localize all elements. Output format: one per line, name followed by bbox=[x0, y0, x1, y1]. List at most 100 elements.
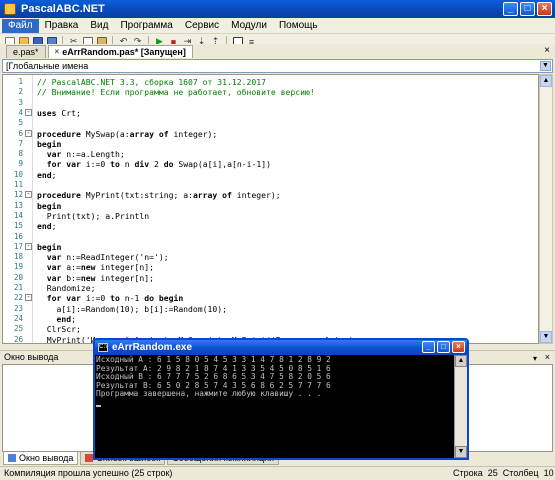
code-line[interactable]: 23 a[i]:=Random(10); b[i]:=Random(10); bbox=[3, 304, 538, 314]
close-button[interactable]: × bbox=[452, 341, 465, 353]
code-line[interactable]: 19 var a:=new integer[n]; bbox=[3, 262, 538, 272]
tab-label: eArrRandom.pas* [Запущен] bbox=[62, 47, 186, 57]
line-number: 8 bbox=[18, 149, 23, 159]
scroll-up-icon[interactable]: ▲ bbox=[455, 355, 467, 367]
code-line[interactable]: 5 bbox=[3, 118, 538, 128]
window-title: PascalABC.NET bbox=[21, 3, 105, 15]
code-line[interactable]: 24 end; bbox=[3, 314, 538, 324]
output-window-icon bbox=[8, 454, 16, 462]
line-number: 10 bbox=[13, 169, 23, 179]
line-number: 2 bbox=[18, 87, 23, 97]
row-label: Строка bbox=[453, 468, 483, 478]
menu-program[interactable]: Программа bbox=[114, 19, 178, 33]
app-icon bbox=[4, 3, 16, 15]
code-editor[interactable]: 1 // PascalABC.NET 3.3, сборка 1607 от 31… bbox=[2, 74, 539, 344]
menu-service[interactable]: Сервис bbox=[179, 19, 225, 33]
code-text: end; bbox=[37, 221, 57, 232]
code-line[interactable]: 11 bbox=[3, 180, 538, 190]
line-number: 21 bbox=[13, 283, 23, 292]
code-line[interactable]: 25 ClrScr; bbox=[3, 324, 538, 334]
code-text: // Внимание! Если программа не работает,… bbox=[37, 87, 315, 98]
code-line[interactable]: 2 // Внимание! Если программа не работает… bbox=[3, 87, 538, 97]
line-number: 20 bbox=[13, 272, 23, 282]
code-text: end; bbox=[56, 313, 77, 324]
code-line[interactable]: 1 // PascalABC.NET 3.3, сборка 1607 от 31… bbox=[3, 77, 538, 87]
fold-toggle-icon[interactable]: - bbox=[25, 294, 32, 302]
code-line[interactable]: 13 begin bbox=[3, 201, 538, 211]
scope-dropdown[interactable]: [Глобальные имена ▼ bbox=[2, 59, 553, 73]
code-line[interactable]: 17- begin bbox=[3, 242, 538, 252]
code-text: uses Crt; bbox=[37, 107, 81, 118]
chevron-down-icon[interactable]: ▼ bbox=[540, 61, 551, 71]
code-line[interactable]: 8 var n:=a.Length; bbox=[3, 149, 538, 159]
code-line[interactable]: 21 Randomize; bbox=[3, 283, 538, 293]
maximize-button[interactable]: □ bbox=[437, 341, 450, 353]
fold-toggle-icon[interactable]: - bbox=[25, 129, 32, 137]
code-line[interactable]: 6- procedure MySwap(a:array of integer); bbox=[3, 129, 538, 139]
menu-bar: Файл Правка Вид Программа Сервис Модули … bbox=[0, 18, 555, 34]
code-line[interactable]: 22- for var i:=0 to n-1 do begin bbox=[3, 293, 538, 303]
code-text: Randomize; bbox=[37, 283, 96, 293]
cursor-position: Строка 25 Столбец 10 bbox=[453, 467, 554, 480]
line-number: 9 bbox=[18, 159, 23, 169]
code-text: ClrScr; bbox=[37, 324, 81, 335]
code-line[interactable]: 10 end; bbox=[3, 170, 538, 180]
code-text: var n:=a.Length; bbox=[46, 149, 125, 160]
line-number: 16 bbox=[13, 231, 23, 241]
code-text: a[i]:=Random(10); b[i]:=Random(10); bbox=[37, 303, 228, 314]
console-scrollbar[interactable]: ▲ ▼ bbox=[454, 355, 467, 458]
fold-toggle-icon[interactable]: - bbox=[25, 242, 32, 250]
code-line[interactable]: 4- uses Crt; bbox=[3, 108, 538, 118]
code-line[interactable]: 18 var n:=ReadInteger('n='); bbox=[3, 252, 538, 262]
tab-e-pas[interactable]: e.pas* bbox=[6, 45, 46, 58]
line-number: 11 bbox=[13, 180, 23, 189]
menu-file[interactable]: Файл bbox=[2, 18, 39, 33]
code-text: for var i:=0 to n-1 do begin bbox=[46, 293, 184, 304]
console-icon: C:\ bbox=[98, 343, 108, 352]
console-window[interactable]: C:\ eArrRandom.exe _ □ × Исходный A : 6 … bbox=[93, 338, 469, 460]
menu-edit[interactable]: Правка bbox=[39, 19, 85, 33]
maximize-button[interactable]: □ bbox=[520, 2, 535, 16]
close-tab-icon[interactable]: × bbox=[55, 46, 60, 58]
menu-view[interactable]: Вид bbox=[84, 19, 114, 33]
code-text: procedure MySwap(a:array of integer); bbox=[37, 128, 218, 139]
scroll-down-icon[interactable]: ▼ bbox=[455, 446, 467, 458]
code-line[interactable]: 9 for var i:=0 to n div 2 do Swap(a[i],a… bbox=[3, 159, 538, 169]
code-line[interactable]: 12- procedure MyPrint(txt:string; a:array… bbox=[3, 190, 538, 200]
code-line[interactable]: 15 end; bbox=[3, 221, 538, 231]
minimize-button[interactable]: _ bbox=[422, 341, 435, 353]
code-line[interactable]: 3 bbox=[3, 98, 538, 108]
line-number: 17 bbox=[13, 241, 23, 251]
line-number: 5 bbox=[18, 118, 23, 128]
minimize-button[interactable]: _ bbox=[503, 2, 518, 16]
code-text: for var i:=0 to n div 2 do Swap(a[i],a[n… bbox=[46, 159, 271, 170]
tab-earrrandom-pas[interactable]: × eArrRandom.pas* [Запущен] bbox=[47, 45, 193, 58]
line-number: 18 bbox=[13, 252, 23, 262]
close-icon[interactable]: × bbox=[544, 45, 550, 56]
close-icon[interactable]: × bbox=[545, 351, 550, 364]
tab-label: Окно вывода bbox=[19, 453, 74, 463]
code-line[interactable]: 16 bbox=[3, 232, 538, 242]
close-button[interactable]: × bbox=[537, 2, 552, 16]
code-line[interactable]: 7 begin bbox=[3, 139, 538, 149]
console-title-bar: C:\ eArrRandom.exe _ □ × bbox=[95, 340, 467, 355]
menu-modules[interactable]: Модули bbox=[225, 19, 273, 33]
status-message: Компиляция прошла успешно (25 строк) bbox=[4, 468, 173, 478]
menu-help[interactable]: Помощь bbox=[273, 19, 324, 33]
code-text: end; bbox=[37, 169, 57, 180]
code-text: var b:=new integer[n]; bbox=[46, 272, 154, 283]
line-number: 25 bbox=[13, 324, 23, 334]
scroll-up-icon[interactable]: ▲ bbox=[540, 75, 552, 87]
tab-output-window[interactable]: Окно вывода bbox=[3, 452, 79, 465]
col-value: 10 bbox=[543, 468, 554, 478]
code-line[interactable]: 20 var b:=new integer[n]; bbox=[3, 273, 538, 283]
scroll-down-icon[interactable]: ▼ bbox=[540, 331, 552, 343]
code-line[interactable]: 14 Print(txt); a.Println bbox=[3, 211, 538, 221]
line-number: 22 bbox=[13, 293, 23, 303]
line-number: 6 bbox=[18, 128, 23, 138]
row-value: 25 bbox=[487, 468, 498, 478]
editor-scrollbar[interactable]: ▲ ▼ bbox=[539, 74, 553, 344]
code-text: // PascalABC.NET 3.3, сборка 1607 от 31.… bbox=[37, 77, 267, 87]
fold-toggle-icon[interactable]: - bbox=[25, 108, 32, 116]
fold-toggle-icon[interactable]: - bbox=[25, 191, 32, 199]
